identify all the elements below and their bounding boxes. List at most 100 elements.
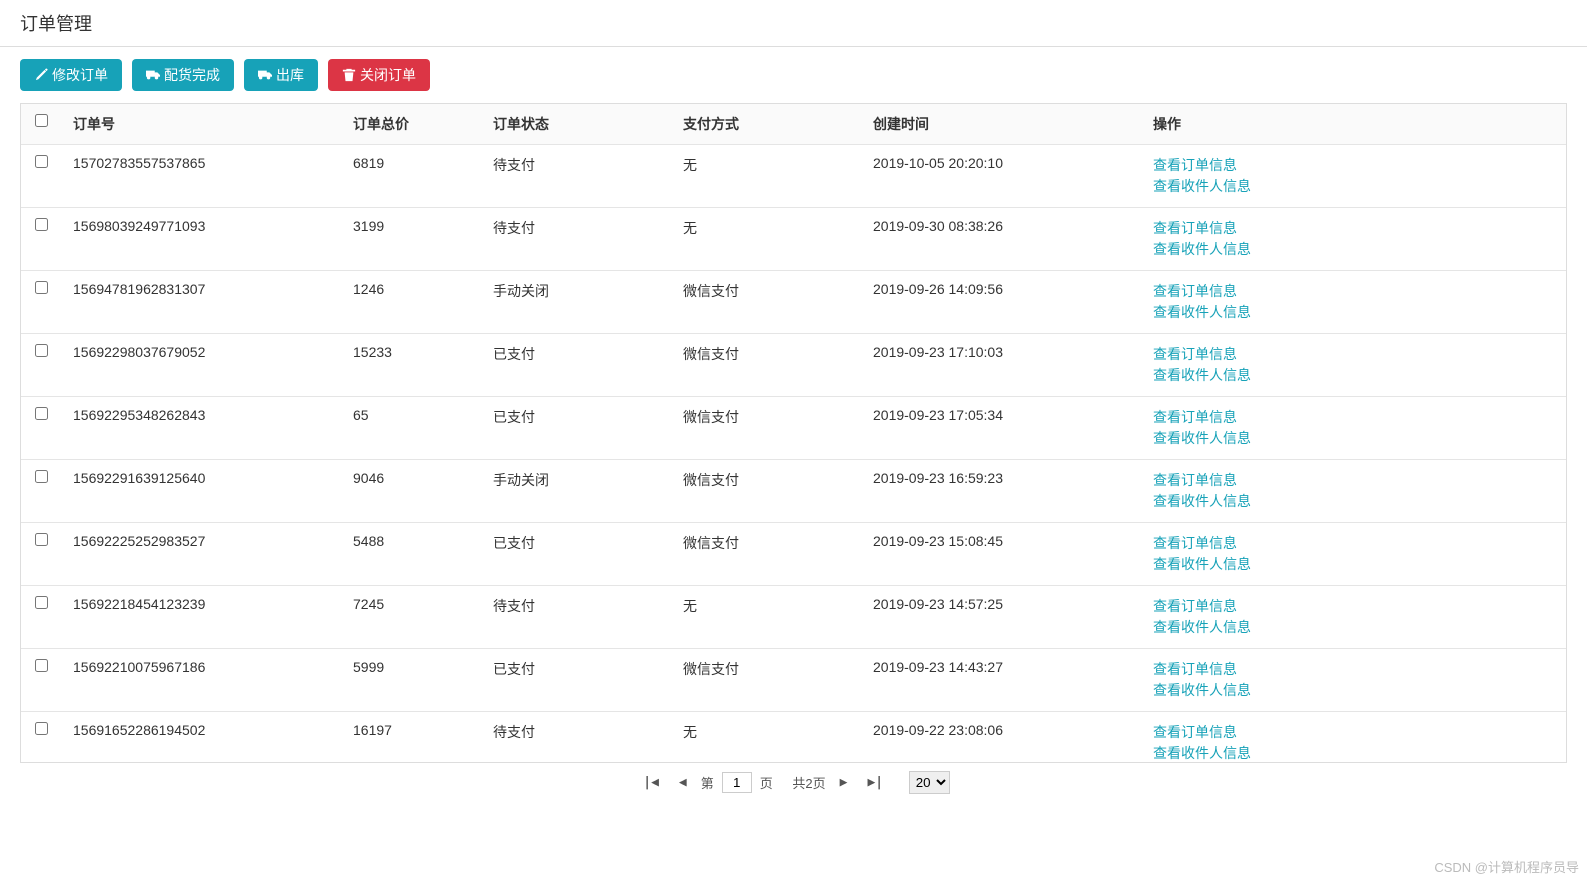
cell-status: 已支付 [481, 397, 671, 460]
row-checkbox[interactable] [35, 155, 48, 168]
truck-icon [146, 68, 160, 82]
close-order-label: 关闭订单 [360, 65, 416, 85]
view-order-link[interactable]: 查看订单信息 [1153, 659, 1554, 680]
view-order-link[interactable]: 查看订单信息 [1153, 596, 1554, 617]
page-prev-button[interactable]: ◀ [673, 773, 693, 792]
cell-paytype: 无 [671, 712, 861, 764]
cell-total: 6819 [341, 145, 481, 208]
view-order-link[interactable]: 查看订单信息 [1153, 470, 1554, 491]
page-last-button[interactable]: ▶| [861, 773, 889, 792]
cell-paytype: 微信支付 [671, 397, 861, 460]
cell-orderno: 15691652286194502 [61, 712, 341, 764]
edit-icon [34, 68, 48, 82]
view-order-link[interactable]: 查看订单信息 [1153, 281, 1554, 302]
cell-createtime: 2019-09-30 08:38:26 [861, 208, 1141, 271]
cell-orderno: 15692225252983527 [61, 523, 341, 586]
table-row: 1569165228619450216197待支付无2019-09-22 23:… [21, 712, 1566, 764]
header-orderno: 订单号 [61, 104, 341, 145]
view-recipient-link[interactable]: 查看收件人信息 [1153, 428, 1554, 449]
view-order-link[interactable]: 查看订单信息 [1153, 407, 1554, 428]
cell-createtime: 2019-09-23 14:57:25 [861, 586, 1141, 649]
edit-order-button[interactable]: 修改订单 [20, 59, 122, 91]
cell-status: 手动关闭 [481, 271, 671, 334]
close-order-button[interactable]: 关闭订单 [328, 59, 430, 91]
row-checkbox[interactable] [35, 407, 48, 420]
table-row: 1569229534826284365已支付微信支付2019-09-23 17:… [21, 397, 1566, 460]
view-order-link[interactable]: 查看订单信息 [1153, 218, 1554, 239]
cell-paytype: 无 [671, 208, 861, 271]
row-checkbox[interactable] [35, 218, 48, 231]
page-prefix: 第 [701, 773, 714, 792]
cell-orderno: 15702783557537865 [61, 145, 341, 208]
view-recipient-link[interactable]: 查看收件人信息 [1153, 491, 1554, 512]
view-recipient-link[interactable]: 查看收件人信息 [1153, 239, 1554, 260]
view-recipient-link[interactable]: 查看收件人信息 [1153, 743, 1554, 763]
cell-createtime: 2019-09-23 15:08:45 [861, 523, 1141, 586]
view-recipient-link[interactable]: 查看收件人信息 [1153, 302, 1554, 323]
row-checkbox[interactable] [35, 596, 48, 609]
cell-status: 待支付 [481, 145, 671, 208]
cell-total: 16197 [341, 712, 481, 764]
view-recipient-link[interactable]: 查看收件人信息 [1153, 176, 1554, 197]
view-order-link[interactable]: 查看订单信息 [1153, 344, 1554, 365]
stock-complete-button[interactable]: 配货完成 [132, 59, 234, 91]
cell-status: 已支付 [481, 523, 671, 586]
view-recipient-link[interactable]: 查看收件人信息 [1153, 680, 1554, 701]
cell-paytype: 无 [671, 145, 861, 208]
page-mid: 页 [760, 773, 773, 792]
cell-action: 查看订单信息查看收件人信息 [1141, 523, 1566, 586]
cell-action: 查看订单信息查看收件人信息 [1141, 586, 1566, 649]
out-stock-button[interactable]: 出库 [244, 59, 318, 91]
edit-order-label: 修改订单 [52, 65, 108, 85]
table-row: 1569229803767905215233已支付微信支付2019-09-23 … [21, 334, 1566, 397]
cell-orderno: 15692291639125640 [61, 460, 341, 523]
cell-paytype: 微信支付 [671, 523, 861, 586]
cell-orderno: 15698039249771093 [61, 208, 341, 271]
row-checkbox[interactable] [35, 281, 48, 294]
cell-createtime: 2019-10-05 20:20:10 [861, 145, 1141, 208]
header-total: 订单总价 [341, 104, 481, 145]
cell-createtime: 2019-09-23 16:59:23 [861, 460, 1141, 523]
cell-orderno: 15692298037679052 [61, 334, 341, 397]
view-recipient-link[interactable]: 查看收件人信息 [1153, 617, 1554, 638]
cell-action: 查看订单信息查看收件人信息 [1141, 145, 1566, 208]
row-checkbox[interactable] [35, 470, 48, 483]
view-order-link[interactable]: 查看订单信息 [1153, 155, 1554, 176]
view-order-link[interactable]: 查看订单信息 [1153, 533, 1554, 554]
table-row: 156922184541232397245待支付无2019-09-23 14:5… [21, 586, 1566, 649]
page-title: 订单管理 [0, 0, 1587, 47]
header-paytype: 支付方式 [671, 104, 861, 145]
cell-orderno: 15692295348262843 [61, 397, 341, 460]
row-checkbox[interactable] [35, 722, 48, 735]
select-all-checkbox[interactable] [35, 114, 48, 127]
row-checkbox[interactable] [35, 659, 48, 672]
row-checkbox[interactable] [35, 533, 48, 546]
cell-createtime: 2019-09-23 17:10:03 [861, 334, 1141, 397]
page-first-button[interactable]: |◀ [637, 773, 665, 792]
cell-status: 待支付 [481, 586, 671, 649]
view-recipient-link[interactable]: 查看收件人信息 [1153, 365, 1554, 386]
orders-table: 订单号 订单总价 订单状态 支付方式 创建时间 操作 1570278355753… [21, 104, 1566, 763]
cell-status: 待支付 [481, 208, 671, 271]
page-current-input[interactable] [722, 772, 752, 793]
header-status: 订单状态 [481, 104, 671, 145]
page-next-button[interactable]: ▶ [834, 773, 854, 792]
table-row: 156922100759671865999已支付微信支付2019-09-23 1… [21, 649, 1566, 712]
stock-complete-label: 配货完成 [164, 65, 220, 85]
cell-total: 9046 [341, 460, 481, 523]
table-row: 157027835575378656819待支付无2019-10-05 20:2… [21, 145, 1566, 208]
view-order-link[interactable]: 查看订单信息 [1153, 722, 1554, 743]
header-check [21, 104, 61, 145]
table-container[interactable]: 订单号 订单总价 订单状态 支付方式 创建时间 操作 1570278355753… [20, 103, 1567, 763]
header-createtime: 创建时间 [861, 104, 1141, 145]
page-size-select[interactable]: 20 [909, 771, 950, 794]
cell-action: 查看订单信息查看收件人信息 [1141, 397, 1566, 460]
cell-paytype: 微信支付 [671, 649, 861, 712]
header-action: 操作 [1141, 104, 1566, 145]
cell-createtime: 2019-09-23 17:05:34 [861, 397, 1141, 460]
row-checkbox[interactable] [35, 344, 48, 357]
cell-total: 5999 [341, 649, 481, 712]
pagination: |◀ ◀ 第 页 共2页 ▶ ▶| 20 [20, 763, 1567, 802]
view-recipient-link[interactable]: 查看收件人信息 [1153, 554, 1554, 575]
cell-status: 已支付 [481, 334, 671, 397]
